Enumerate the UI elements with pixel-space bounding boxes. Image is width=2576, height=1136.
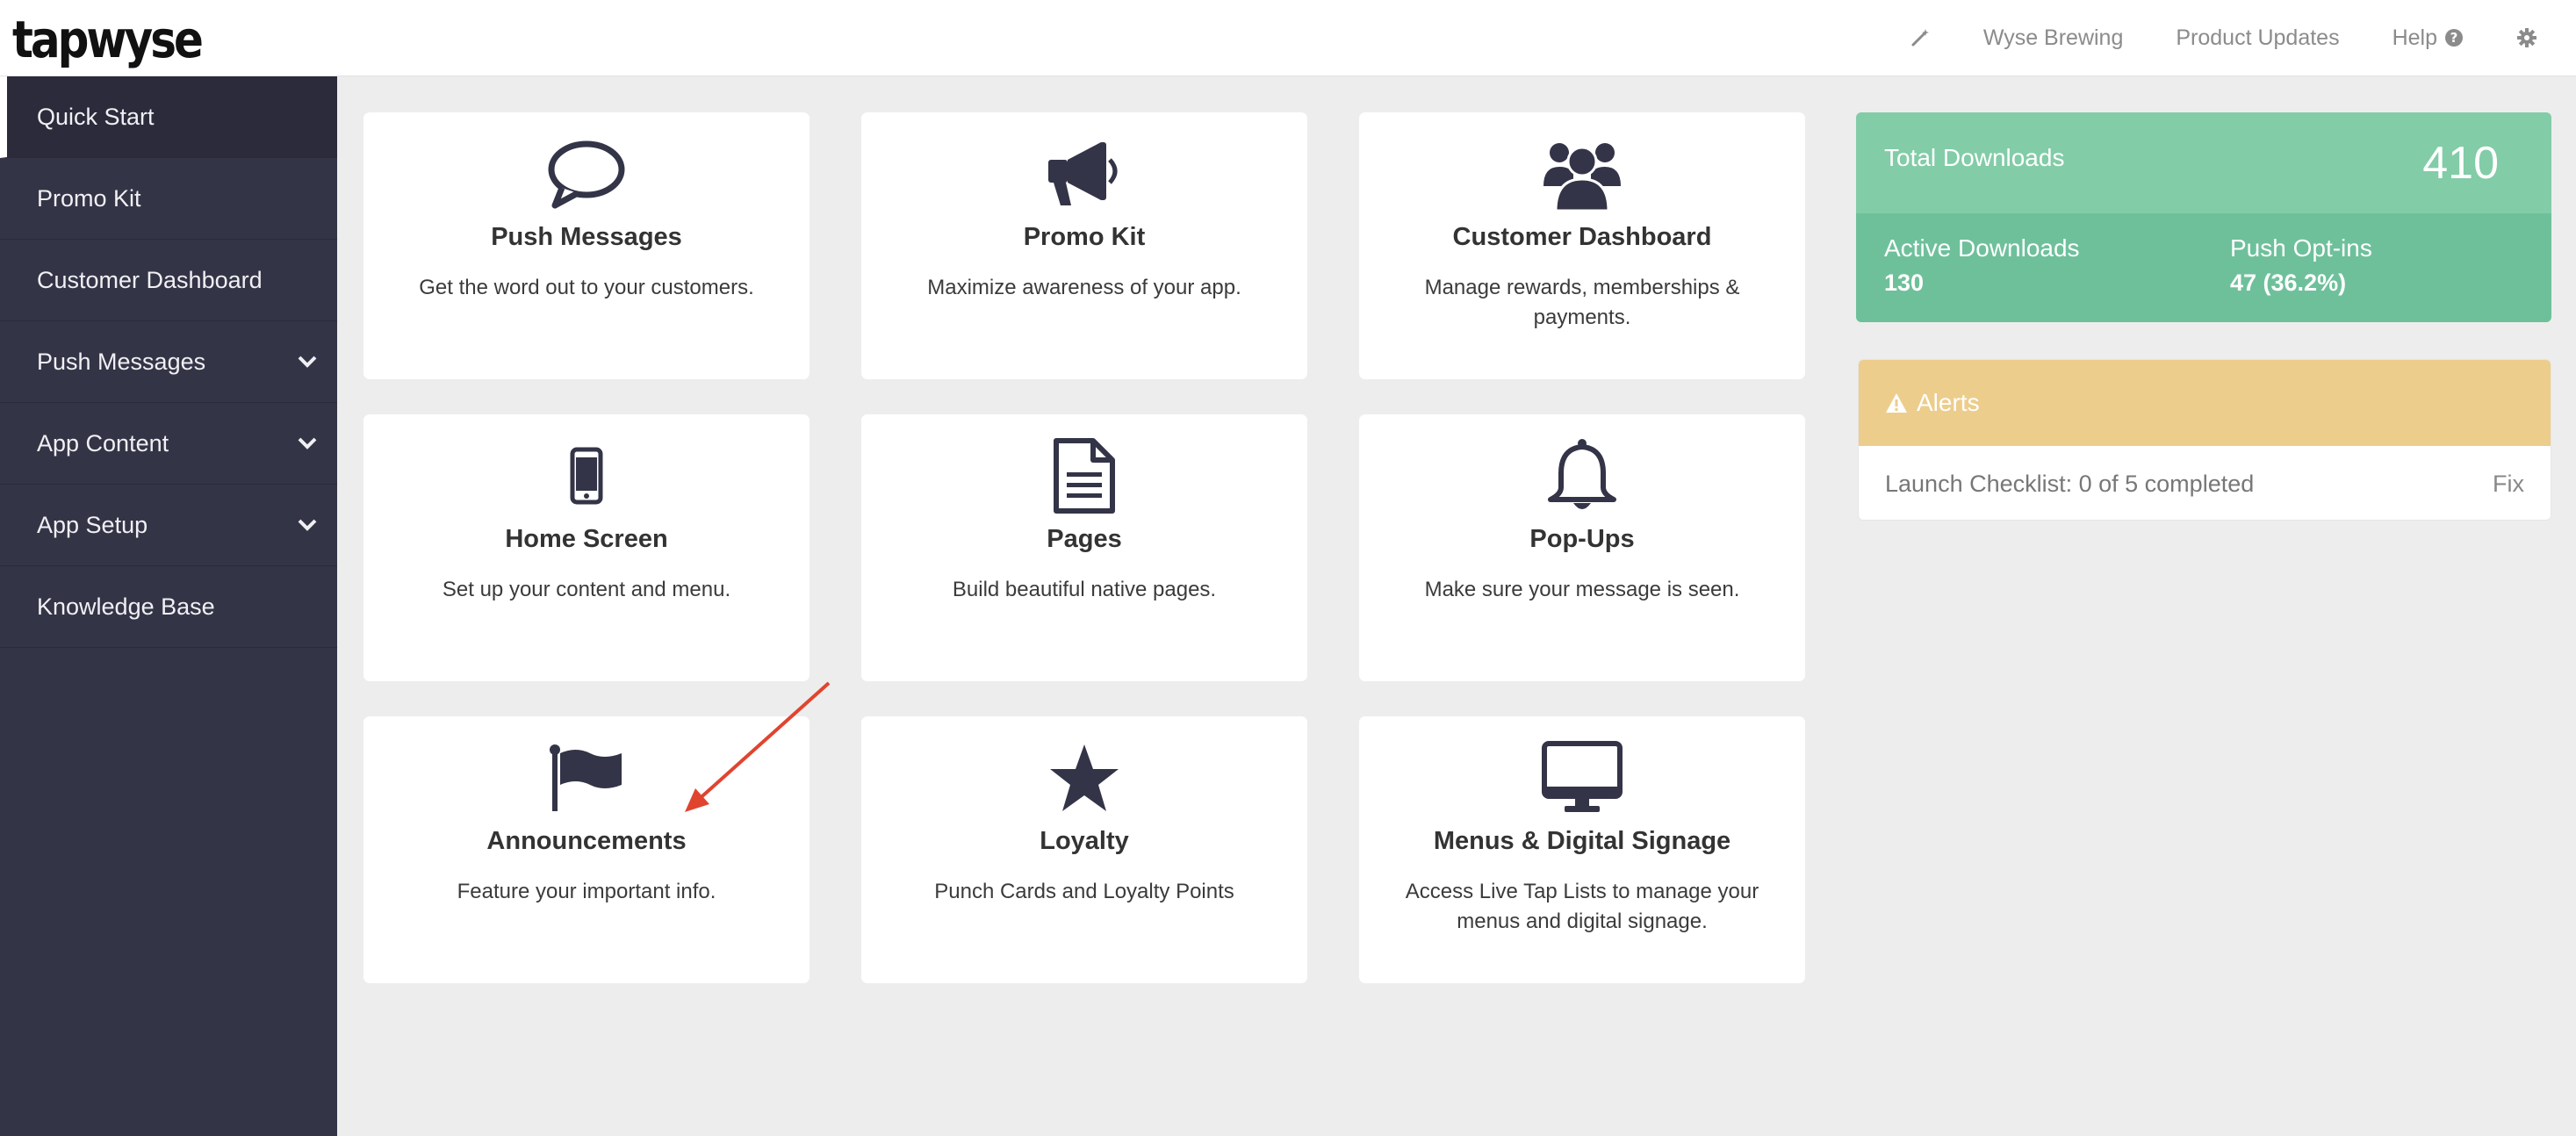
document-icon xyxy=(861,434,1307,518)
card-title: Customer Dashboard xyxy=(1452,223,1712,251)
card-title: Pop-Ups xyxy=(1529,525,1635,553)
warning-icon xyxy=(1886,393,1907,413)
help-link[interactable]: Help ? xyxy=(2393,25,2464,51)
sidebar-item-app-setup[interactable]: App Setup xyxy=(0,485,337,566)
total-downloads-value: 410 xyxy=(2422,138,2499,189)
alerts-title: Alerts xyxy=(1917,389,1980,416)
account-link[interactable]: Wyse Brewing xyxy=(1983,25,2124,51)
card-description: Maximize awareness of your app. xyxy=(927,276,1241,299)
question-circle-icon: ? xyxy=(2445,29,2463,47)
alerts-panel: Alerts Launch Checklist: 0 of 5 complete… xyxy=(1858,359,2551,521)
alert-text: Launch Checklist: 0 of 5 completed xyxy=(1885,470,2255,497)
card-description: Manage rewards, memberships & payments. xyxy=(1424,276,1740,329)
sidebar-item-customer-dashboard[interactable]: Customer Dashboard xyxy=(0,240,337,321)
top-bar: tapwyse Wyse Brewing Product Updates Hel… xyxy=(0,0,2576,76)
active-downloads-value: 130 xyxy=(1884,270,1925,296)
card-pages[interactable]: Pages Build beautiful native pages. xyxy=(861,414,1307,681)
active-downloads-label: Active Downloads xyxy=(1884,234,2080,262)
sidebar-item-label: Promo Kit xyxy=(37,184,141,212)
sidebar-item-label: Quick Start xyxy=(37,103,155,130)
card-customer-dashboard[interactable]: Customer Dashboard Manage rewards, membe… xyxy=(1359,112,1805,379)
speech-bubble-icon xyxy=(363,132,809,216)
card-promo-kit[interactable]: Promo Kit Maximize awareness of your app… xyxy=(861,112,1307,379)
magic-wand-button[interactable] xyxy=(1910,27,1931,48)
magic-wand-icon xyxy=(1911,29,1929,47)
sidebar-item-label: App Setup xyxy=(37,511,148,538)
card-description: Build beautiful native pages. xyxy=(952,578,1217,601)
tapwyse-logo[interactable]: tapwyse xyxy=(12,11,204,69)
sidebar-item-label: Knowledge Base xyxy=(37,593,215,620)
card-home-screen[interactable]: Home Screen Set up your content and menu… xyxy=(363,414,809,681)
card-push-messages[interactable]: Push Messages Get the word out to your c… xyxy=(363,112,809,379)
svg-text:?: ? xyxy=(2450,30,2458,46)
download-stats-panel: Total Downloads 410 Active Downloads 130… xyxy=(1856,112,2551,322)
card-title: Pages xyxy=(1047,525,1122,553)
card-description: Get the word out to your customers. xyxy=(419,276,754,299)
sidebar-item-label: App Content xyxy=(37,429,169,457)
sidebar-item-push-messages[interactable]: Push Messages xyxy=(0,321,337,403)
card-description: Set up your content and menu. xyxy=(442,578,731,601)
total-downloads-section: Total Downloads 410 xyxy=(1856,112,2551,213)
megaphone-icon xyxy=(861,132,1307,216)
sidebar-item-app-content[interactable]: App Content xyxy=(0,403,337,485)
sidebar-item-label: Push Messages xyxy=(37,348,206,375)
card-loyalty[interactable]: Loyalty Punch Cards and Loyalty Points xyxy=(861,716,1307,983)
card-description: Punch Cards and Loyalty Points xyxy=(934,880,1234,903)
chevron-down-icon xyxy=(298,519,317,531)
bell-icon xyxy=(1359,434,1805,518)
card-title: Menus & Digital Signage xyxy=(1433,827,1731,855)
mobile-phone-icon xyxy=(363,434,809,518)
card-description: Access Live Tap Lists to manage your men… xyxy=(1405,880,1759,933)
gear-icon xyxy=(2517,28,2536,47)
settings-button[interactable] xyxy=(2516,27,2537,48)
chevron-down-icon xyxy=(298,356,317,368)
card-title: Announcements xyxy=(486,827,687,855)
card-title: Push Messages xyxy=(491,223,682,251)
users-icon xyxy=(1359,132,1805,216)
push-optins-value: 47 (36.2%) xyxy=(2230,270,2347,296)
alert-item: Launch Checklist: 0 of 5 completed Fix xyxy=(1859,446,2551,520)
star-icon xyxy=(861,736,1307,820)
sidebar-item-knowledge-base[interactable]: Knowledge Base xyxy=(0,566,337,648)
push-optins-label: Push Opt-ins xyxy=(2230,234,2372,262)
chevron-down-icon xyxy=(298,437,317,449)
sidebar-item-promo-kit[interactable]: Promo Kit xyxy=(0,158,337,240)
annotation-arrow xyxy=(685,681,831,812)
card-menus-digital-signage[interactable]: Menus & Digital Signage Access Live Tap … xyxy=(1359,716,1805,983)
card-title: Promo Kit xyxy=(1023,223,1146,251)
monitor-icon xyxy=(1359,736,1805,820)
card-title: Home Screen xyxy=(505,525,668,553)
download-breakdown-section: Active Downloads 130 Push Opt-ins 47 (36… xyxy=(1856,213,2551,322)
alerts-header: Alerts xyxy=(1859,360,2551,446)
product-updates-link[interactable]: Product Updates xyxy=(2176,25,2339,51)
help-label: Help xyxy=(2392,25,2437,50)
total-downloads-label: Total Downloads xyxy=(1884,144,2065,171)
fix-link[interactable]: Fix xyxy=(2493,471,2524,498)
sidebar: Quick Start Promo Kit Customer Dashboard… xyxy=(0,76,337,1136)
top-nav: Wyse Brewing Product Updates Help ? xyxy=(1910,0,2537,75)
card-description: Make sure your message is seen. xyxy=(1424,578,1740,601)
card-pop-ups[interactable]: Pop-Ups Make sure your message is seen. xyxy=(1359,414,1805,681)
card-description: Feature your important info. xyxy=(457,880,716,903)
sidebar-item-quick-start[interactable]: Quick Start xyxy=(0,76,337,158)
sidebar-item-label: Customer Dashboard xyxy=(37,266,263,293)
card-title: Loyalty xyxy=(1040,827,1129,855)
